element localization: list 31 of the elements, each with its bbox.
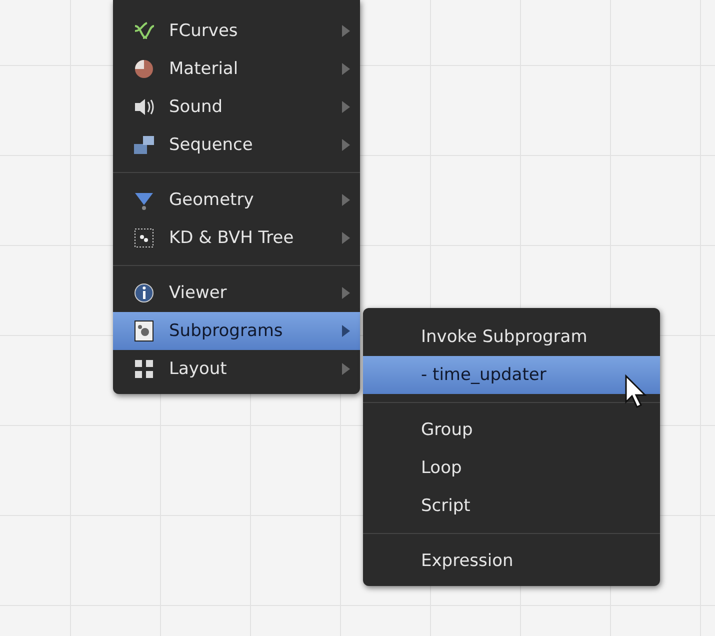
arrow-icon xyxy=(342,194,350,206)
arrow-icon xyxy=(342,232,350,244)
arrow-icon xyxy=(342,63,350,75)
cursor-icon xyxy=(624,374,648,410)
menu-item[interactable]: Expression xyxy=(363,542,660,580)
menu-item[interactable]: Geometry xyxy=(113,181,360,219)
arrow-icon xyxy=(342,325,350,337)
menu-item[interactable]: Script xyxy=(363,487,660,525)
speaker-icon xyxy=(133,96,155,118)
arrow-icon xyxy=(342,25,350,37)
arrow-icon xyxy=(342,287,350,299)
info-icon xyxy=(133,282,155,304)
menu-item[interactable]: Invoke Subprogram xyxy=(363,318,660,356)
arrow-icon xyxy=(342,101,350,113)
menu-item[interactable]: Subprograms xyxy=(113,312,360,350)
menu-item[interactable]: Sound xyxy=(113,88,360,126)
menu-item[interactable]: Loop xyxy=(363,449,660,487)
menu-item[interactable]: Sequence xyxy=(113,126,360,164)
menu-item[interactable]: Layout xyxy=(113,350,360,388)
grid-icon xyxy=(133,358,155,380)
menu-item[interactable]: Group xyxy=(363,411,660,449)
curve-icon xyxy=(133,20,155,42)
menu-item[interactable]: Material xyxy=(113,50,360,88)
dotted-square-icon xyxy=(133,227,155,249)
menu-item[interactable]: KD & BVH Tree xyxy=(113,219,360,257)
menu-item[interactable]: FCurves xyxy=(113,12,360,50)
arrow-icon xyxy=(342,139,350,151)
arrow-icon xyxy=(342,363,350,375)
menu-item[interactable]: - time_updater xyxy=(363,356,660,394)
menu-item[interactable]: Viewer xyxy=(113,274,360,312)
sphere-icon xyxy=(133,58,155,80)
